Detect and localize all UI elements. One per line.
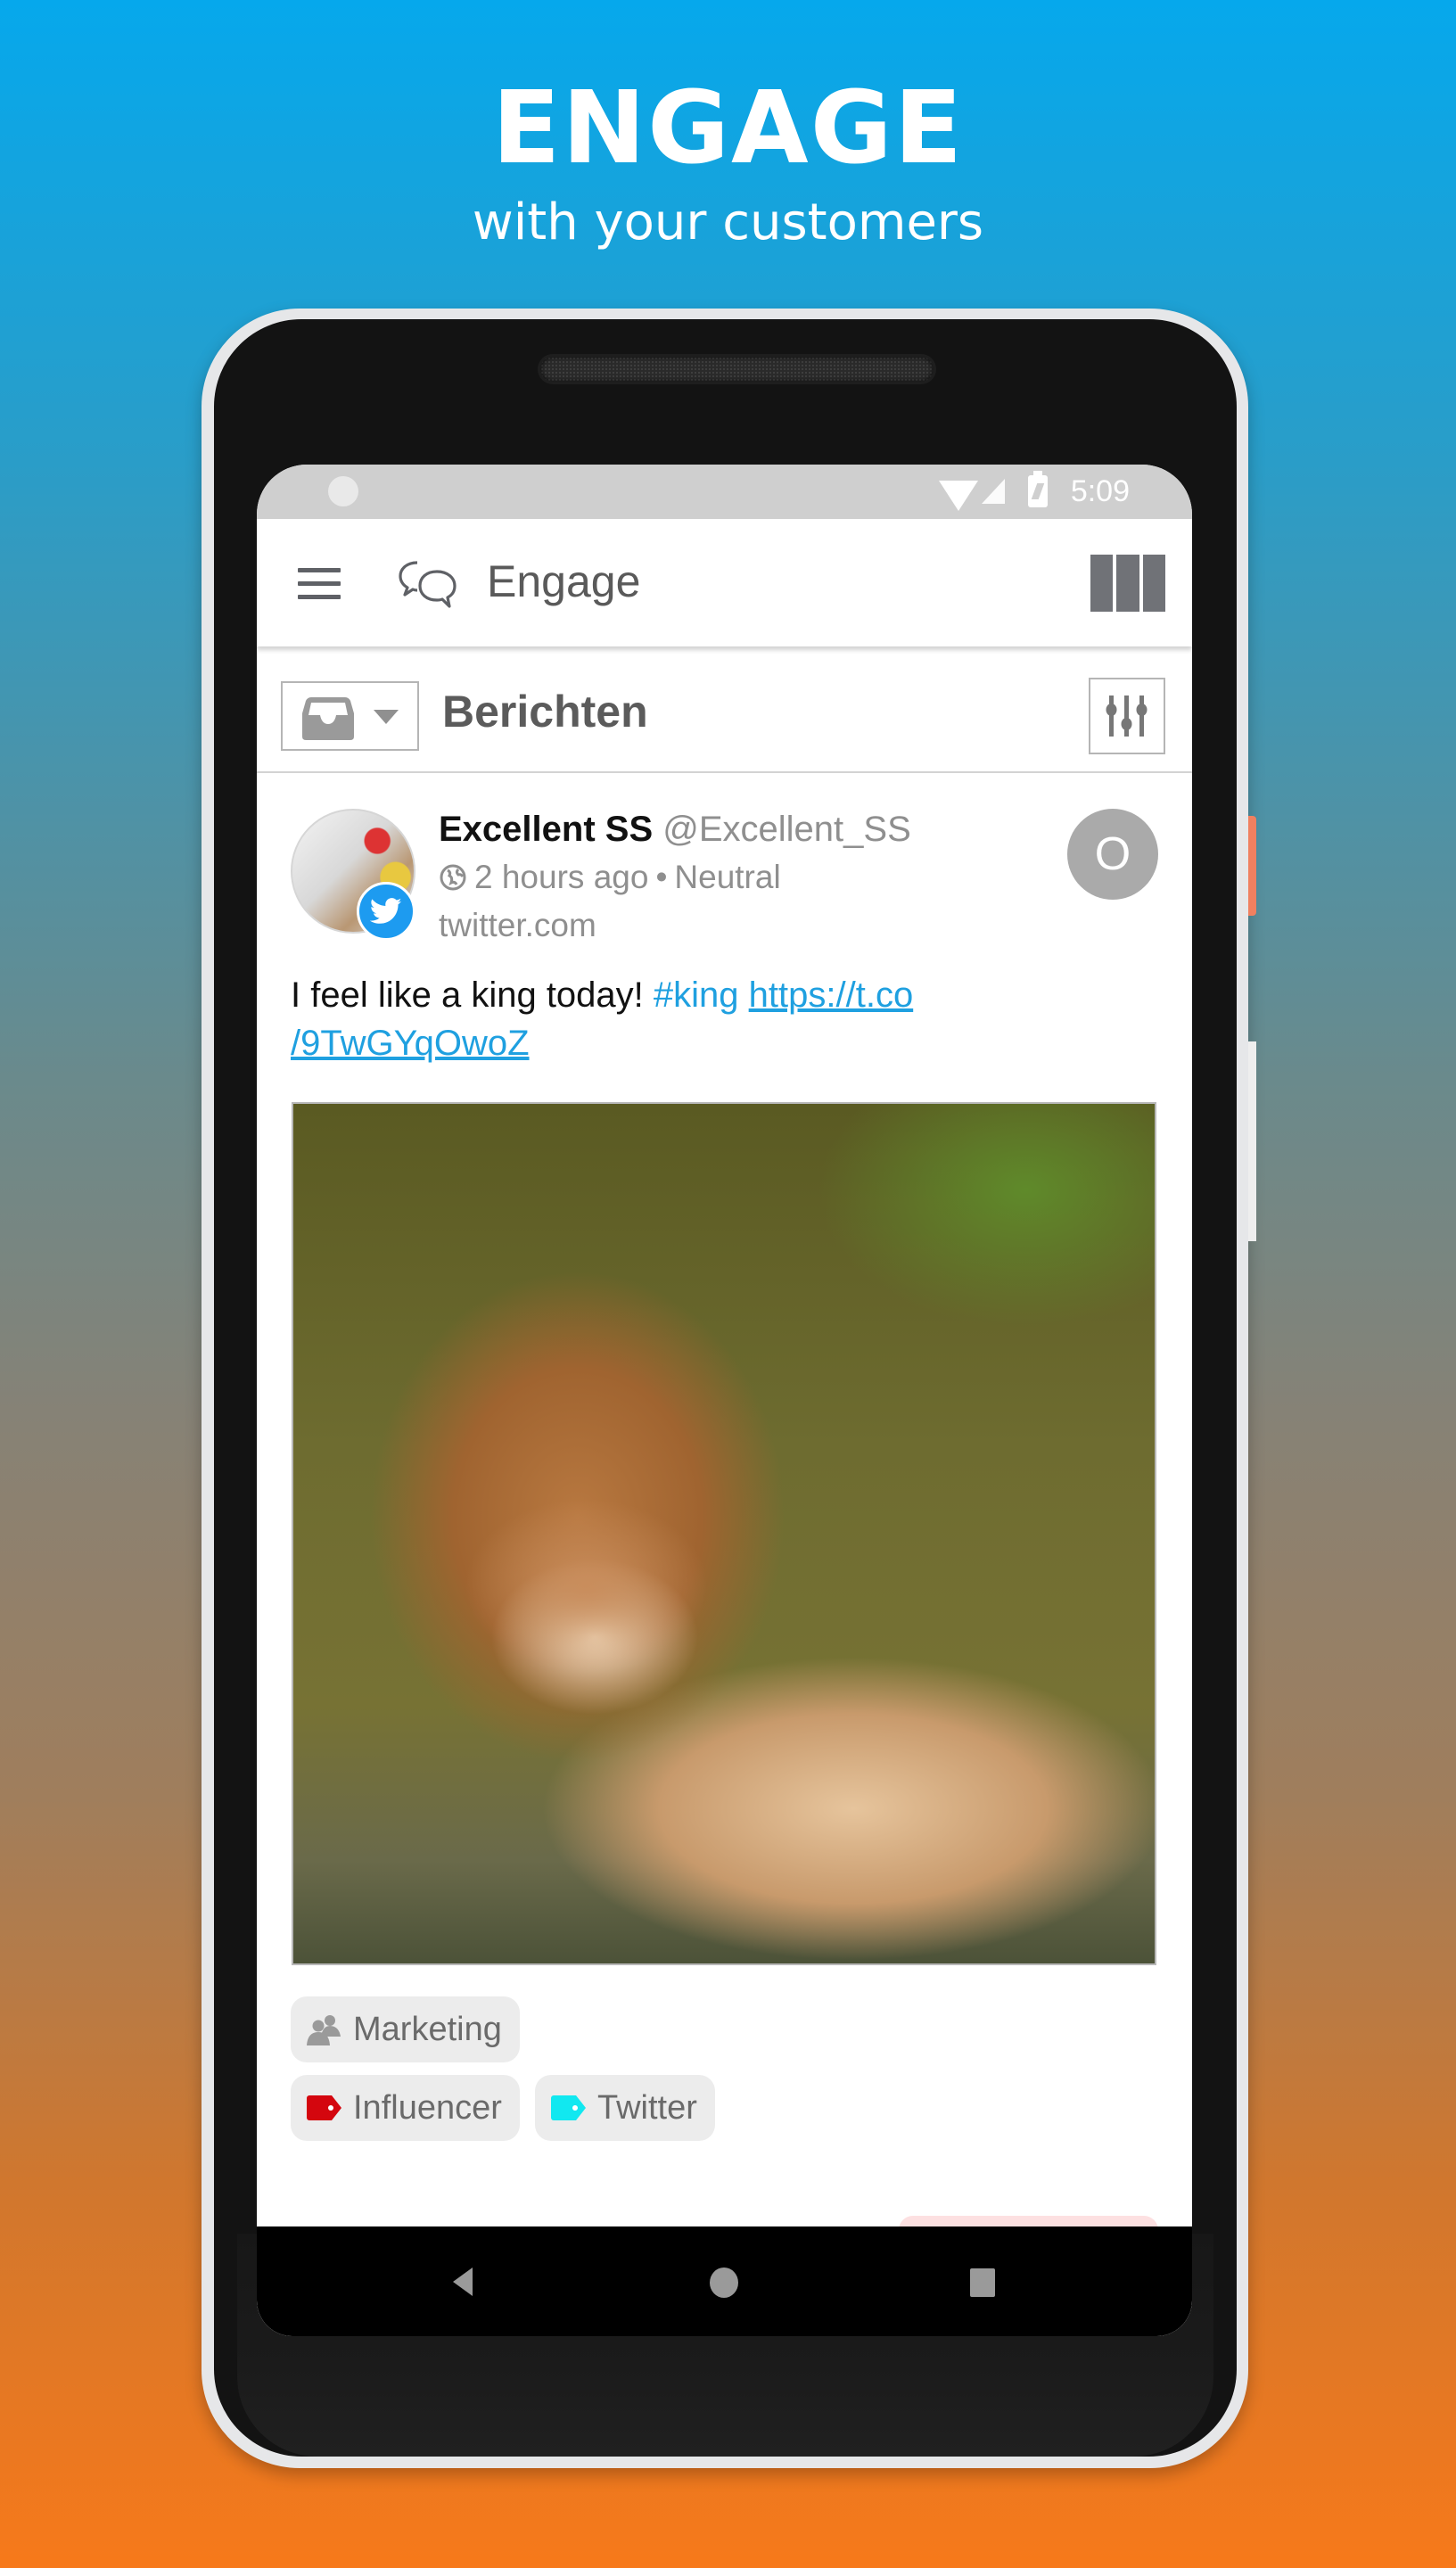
phone-volume-button	[1248, 1041, 1256, 1241]
assignee-avatar[interactable]: O	[1067, 809, 1158, 900]
sliders-icon	[1106, 696, 1148, 737]
filter-settings-button[interactable]	[1089, 678, 1165, 754]
hero-title: ENGAGE	[491, 70, 965, 186]
chevron-down-icon	[374, 710, 399, 724]
tag-chip-influencer[interactable]: Influencer	[291, 2075, 520, 2141]
team-chip-label: Marketing	[353, 2011, 502, 2048]
inbox-dropdown[interactable]	[281, 681, 419, 751]
wifi-icon	[939, 481, 978, 511]
meta-separator: •	[655, 859, 668, 895]
phone-power-button	[1248, 816, 1256, 916]
team-chip[interactable]: Marketing	[291, 1996, 520, 2062]
chat-bubbles-icon	[399, 561, 457, 608]
columns-view-icon[interactable]	[1090, 555, 1165, 612]
back-icon[interactable]	[453, 2268, 473, 2296]
tag-label: Twitter	[597, 2089, 697, 2127]
author-name[interactable]: Excellent SS	[439, 810, 653, 849]
home-icon[interactable]	[710, 2268, 738, 2298]
status-bar: 5:09	[257, 465, 1192, 519]
filter-bar: Berichten	[257, 649, 1192, 773]
post-meta: 2 hours ago • Neutral	[439, 857, 781, 898]
hashtag-link[interactable]: #king	[654, 975, 739, 1015]
author-line: Excellent SS @Excellent_SS	[439, 807, 911, 852]
author-handle: @Excellent_SS	[662, 810, 911, 849]
time-ago: 2 hours ago	[474, 859, 649, 895]
phone-speaker	[538, 354, 936, 384]
hamburger-menu-icon[interactable]	[298, 568, 341, 600]
post-text: I feel like a king today! #king https://…	[291, 971, 1093, 1067]
phone-screen: 5:09 Engage Berichten Excellent SS @Exce…	[257, 465, 1192, 2336]
globe-icon	[440, 864, 466, 891]
signal-icon	[982, 479, 1005, 504]
android-nav-bar	[257, 2226, 1192, 2336]
post-text-body: I feel like a king today!	[291, 975, 654, 1015]
recent-apps-icon[interactable]	[970, 2268, 995, 2297]
app-title: Engage	[487, 556, 641, 606]
app-bar: Engage	[257, 519, 1192, 646]
twitter-icon	[357, 882, 415, 941]
tag-icon	[307, 2095, 341, 2120]
battery-charging-icon	[1028, 471, 1048, 507]
status-time: 5:09	[1070, 474, 1130, 508]
notification-dot-icon	[328, 476, 358, 506]
sentiment: Neutral	[674, 859, 781, 895]
post-image[interactable]	[292, 1102, 1156, 1965]
users-icon	[307, 2015, 341, 2045]
tag-label: Influencer	[353, 2089, 502, 2127]
filter-title: Berichten	[442, 687, 648, 737]
hero-subtitle: with your customers	[472, 193, 984, 251]
tag-chip-twitter[interactable]: Twitter	[535, 2075, 715, 2141]
post-source: twitter.com	[439, 907, 596, 943]
tag-icon	[551, 2095, 586, 2120]
inbox-tray-icon	[302, 697, 354, 740]
